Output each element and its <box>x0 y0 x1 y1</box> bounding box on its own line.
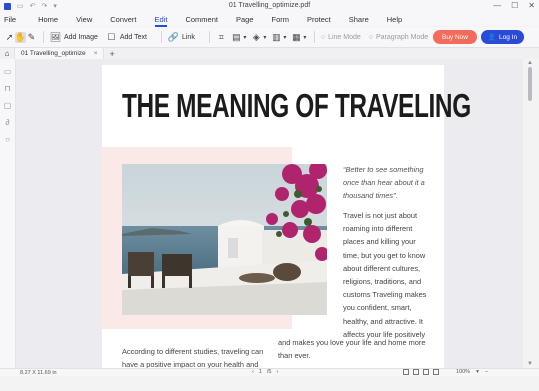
menu-form[interactable]: Form <box>271 15 289 24</box>
scroll-up-icon[interactable]: ▲ <box>527 60 533 66</box>
window-title: 01 Travelling_optimize.pdf <box>228 2 311 9</box>
two-page-continuous-icon[interactable] <box>433 369 439 375</box>
text-box-icon: ☐ <box>107 31 116 42</box>
link-label: Link <box>181 33 195 41</box>
single-page-view-icon[interactable] <box>403 369 409 375</box>
toolbar-divider <box>313 31 315 43</box>
title-bar: ▭ ↶ ↷ ▾ 01 Travelling_optimize.pdf — ☐ ✕ <box>0 0 539 12</box>
quote-text[interactable]: “Better to see something once than hear … <box>343 163 425 202</box>
travel-photo-image <box>122 164 327 315</box>
menu-view[interactable]: View <box>76 15 92 24</box>
link-icon: 🔗 <box>167 31 180 42</box>
image-icon: 🖼 <box>49 31 62 42</box>
current-page-field[interactable]: 1 <box>259 369 262 375</box>
header-footer-icon[interactable]: ▥ <box>271 32 282 43</box>
header-footer-dropdown-icon[interactable]: ▾ <box>282 32 288 43</box>
menu-convert[interactable]: Convert <box>110 15 136 24</box>
user-icon: 👤 <box>487 34 496 41</box>
login-label: Log In <box>499 33 518 41</box>
login-button[interactable]: 👤 Log In <box>481 30 524 44</box>
bates-number-icon[interactable]: ▦ <box>291 32 302 43</box>
toolbar-divider <box>208 31 210 43</box>
attachment-icon[interactable]: ∂ <box>3 118 12 127</box>
document-viewport[interactable]: THE MEANING OF TRAVELING “Better to see … <box>16 59 523 368</box>
pdf-page[interactable]: THE MEANING OF TRAVELING “Better to see … <box>102 65 471 368</box>
window-controls: — ☐ ✕ <box>493 1 535 10</box>
bates-dropdown-icon[interactable]: ▾ <box>302 32 308 43</box>
page-size-readout: 8.27 X 11.69 in <box>20 370 57 376</box>
left-sidebar: ▭ ⊓ ▢ ∂ ○ <box>0 59 16 368</box>
hand-tool-icon[interactable]: ✋ <box>15 31 26 43</box>
menu-page[interactable]: Page <box>236 15 254 24</box>
line-mode-option[interactable]: ○ Line Mode <box>321 34 361 41</box>
document-tab-label: 01 Travelling_optimize <box>21 50 86 57</box>
new-tab-button[interactable]: + <box>109 49 114 59</box>
maximize-button[interactable]: ☐ <box>511 1 518 10</box>
body-paragraph-1[interactable]: Travel is not just about roaming into di… <box>343 209 427 341</box>
zoom-level[interactable]: 100% <box>456 369 470 375</box>
zoom-dropdown-icon[interactable]: ▾ <box>476 369 479 375</box>
body-paragraph-1-continued[interactable]: and makes you love your life and home mo… <box>278 336 438 362</box>
menu-help[interactable]: Help <box>387 15 402 24</box>
background-icon[interactable]: ◈ <box>251 32 262 43</box>
view-mode-buttons <box>403 369 439 375</box>
comment-icon[interactable]: ▢ <box>3 101 12 110</box>
toolbar-divider <box>43 31 44 43</box>
watermark-icon[interactable]: ▤ <box>231 32 242 43</box>
two-page-view-icon[interactable] <box>423 369 429 375</box>
menu-comment[interactable]: Comment <box>185 15 218 24</box>
add-text-label: Add Text <box>119 33 147 41</box>
paragraph-mode-option[interactable]: ○ Paragraph Mode <box>369 34 428 41</box>
watermark-dropdown-icon[interactable]: ▾ <box>242 32 248 43</box>
add-text-button[interactable]: ☐ Add Text <box>106 32 147 43</box>
radio-icon: ○ <box>320 33 326 41</box>
next-page-icon[interactable]: › <box>277 369 279 375</box>
menu-file[interactable]: File <box>4 15 16 24</box>
page-title[interactable]: THE MEANING OF TRAVELING <box>122 87 471 125</box>
crop-icon[interactable]: ⌗ <box>216 32 227 43</box>
continuous-view-icon[interactable] <box>413 369 419 375</box>
scrollbar-thumb[interactable] <box>528 67 532 101</box>
page-navigator: ‹ 1 /5 › <box>252 369 278 375</box>
menu-protect[interactable]: Protect <box>307 15 331 24</box>
pdf-editor-window: ▭ ↶ ↷ ▾ 01 Travelling_optimize.pdf — ☐ ✕… <box>0 0 539 391</box>
paragraph-mode-label: Paragraph Mode <box>376 33 429 41</box>
add-image-button[interactable]: 🖼 Add Image <box>50 32 98 43</box>
body-paragraph-2[interactable]: According to different studies, travelin… <box>122 345 267 368</box>
line-mode-label: Line Mode <box>328 33 361 41</box>
document-tab[interactable]: 01 Travelling_optimize × <box>14 48 105 59</box>
radio-icon: ○ <box>368 33 373 41</box>
vertical-scrollbar[interactable]: ▲ ▼ <box>523 59 539 368</box>
link-button[interactable]: 🔗 Link <box>168 32 195 43</box>
total-pages: /5 <box>266 369 272 375</box>
minimize-button[interactable]: — <box>493 1 501 10</box>
background-dropdown-icon[interactable]: ▾ <box>262 32 268 43</box>
edit-toolbar: ➚ ✋ ✎ 🖼 Add Image ☐ Add Text 🔗 Link ⌗ ▤ … <box>0 27 539 48</box>
home-icon[interactable]: ⌂ <box>0 49 14 58</box>
document-tab-row: ⌂ 01 Travelling_optimize × + <box>0 48 539 59</box>
search-icon[interactable]: ○ <box>3 135 12 144</box>
prev-page-icon[interactable]: ‹ <box>252 369 254 375</box>
close-button[interactable]: ✕ <box>528 1 535 10</box>
menu-edit[interactable]: Edit <box>154 15 167 27</box>
thumbnail-icon[interactable]: ▭ <box>3 67 12 76</box>
menu-home[interactable]: Home <box>38 15 58 24</box>
travel-photo[interactable] <box>122 164 327 315</box>
bookmark-icon[interactable]: ⊓ <box>3 84 12 93</box>
toolbar-divider <box>160 31 162 43</box>
scroll-down-icon[interactable]: ▼ <box>527 361 533 367</box>
zoom-control: 100% ▾ − <box>456 369 488 375</box>
menu-share[interactable]: Share <box>349 15 369 24</box>
edit-tool-icon[interactable]: ✎ <box>26 32 37 43</box>
menu-bar: File Home View Convert Edit Comment Page… <box>0 12 539 27</box>
add-image-label: Add Image <box>64 33 98 41</box>
status-bar: 8.27 X 11.69 in ‹ 1 /5 › 100% ▾ − <box>0 368 539 376</box>
buy-now-button[interactable]: Buy Now <box>433 30 477 44</box>
close-tab-icon[interactable]: × <box>94 50 98 57</box>
select-arrow-icon[interactable]: ➚ <box>4 32 15 43</box>
zoom-out-icon[interactable]: − <box>485 369 488 375</box>
